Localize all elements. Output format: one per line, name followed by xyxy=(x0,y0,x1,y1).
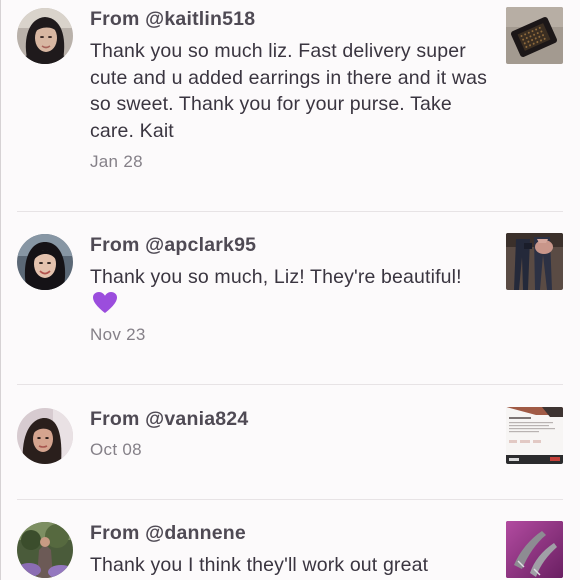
note-author: From @vania824 xyxy=(90,408,248,431)
note-date: Jan 28 xyxy=(90,152,143,171)
listing-thumbnail[interactable] xyxy=(506,407,563,464)
username-link[interactable]: @kaitlin518 xyxy=(145,8,255,30)
listing-thumbnail[interactable] xyxy=(506,233,563,290)
username-link[interactable]: @apclark95 xyxy=(145,234,256,256)
avatar[interactable] xyxy=(17,234,73,290)
note-author: From @dannene xyxy=(90,522,246,545)
avatar[interactable] xyxy=(17,8,73,64)
purple-heart-icon xyxy=(92,291,118,323)
from-label: From xyxy=(90,408,146,430)
avatar-photo xyxy=(17,408,73,464)
username-link[interactable]: @vania824 xyxy=(145,408,248,430)
heels-photo xyxy=(506,521,563,578)
avatar-photo xyxy=(17,234,73,290)
divider xyxy=(17,499,563,500)
listing-thumbnail[interactable] xyxy=(506,7,563,64)
note-author: From @kaitlin518 xyxy=(90,8,255,31)
avatar-photo xyxy=(17,8,73,64)
divider xyxy=(17,384,563,385)
note-author: From @apclark95 xyxy=(90,234,256,257)
from-label: From xyxy=(90,234,146,256)
note-date: Nov 23 xyxy=(90,325,146,344)
from-label: From xyxy=(90,8,146,30)
avatar[interactable] xyxy=(17,408,73,464)
divider xyxy=(17,211,563,212)
from-label: From xyxy=(90,522,146,544)
avatar-photo xyxy=(17,522,73,578)
note-message: Thank you so much, Liz! They're beautifu… xyxy=(90,264,490,322)
note-message-text: Thank you so much, Liz! They're beautifu… xyxy=(90,266,462,288)
listing-screenshot-photo xyxy=(506,407,563,464)
avatar[interactable] xyxy=(17,522,73,578)
note-message: Thank you I think they'll work out great xyxy=(90,554,429,576)
left-border xyxy=(0,0,1,580)
listing-thumbnail[interactable] xyxy=(506,521,563,578)
note-message: Thank you so much liz. Fast delivery sup… xyxy=(90,40,488,142)
username-link[interactable]: @dannene xyxy=(145,522,246,544)
dark-purse-photo xyxy=(506,7,563,64)
jeans-outfit-photo xyxy=(506,233,563,290)
note-date: Oct 08 xyxy=(90,440,142,459)
